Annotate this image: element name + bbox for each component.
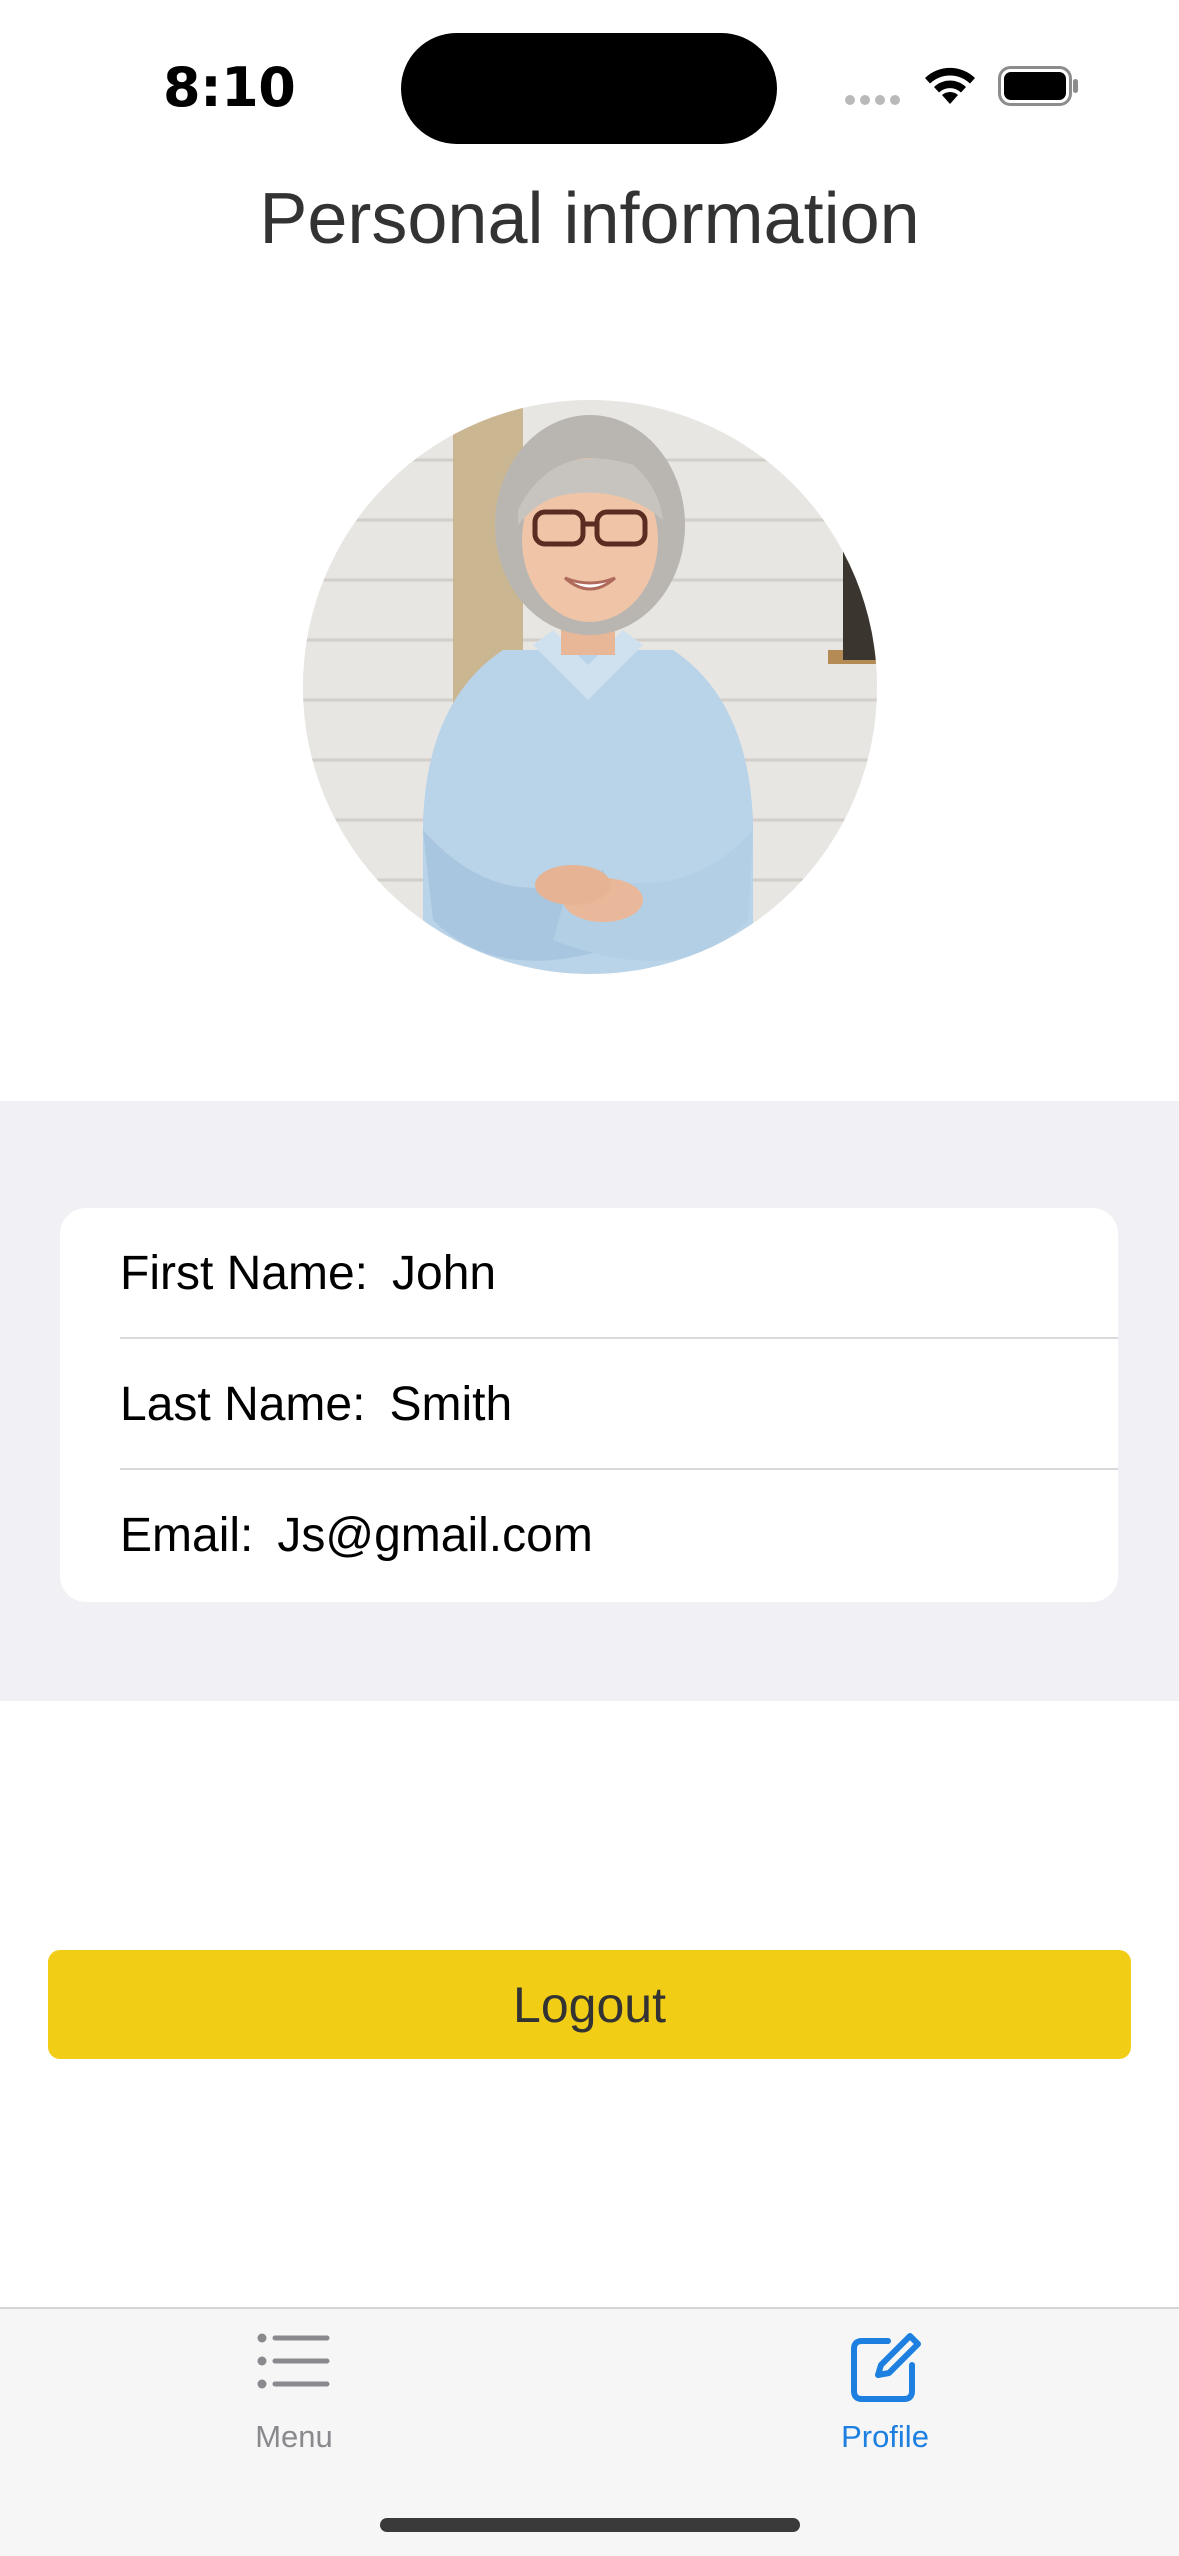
tab-profile[interactable]: Profile: [735, 2309, 1035, 2499]
first-name-row: First Name: John: [120, 1208, 1118, 1339]
battery-icon: [998, 66, 1080, 111]
last-name-value: Smith: [389, 1378, 513, 1431]
logout-button[interactable]: Logout: [48, 1950, 1131, 2059]
profile-screen: 8:10 Personal information First Name: Jo…: [0, 0, 1179, 2556]
tab-menu[interactable]: Menu: [144, 2309, 444, 2499]
status-time: 8:10: [163, 56, 296, 119]
email-value: Js@gmail.com: [277, 1509, 593, 1562]
last-name-label: Last Name:: [120, 1378, 366, 1431]
home-indicator[interactable]: [380, 2518, 800, 2532]
list-icon: [257, 2331, 331, 2396]
tab-bar: Menu Profile: [0, 2307, 1179, 2556]
personal-info-card: First Name: John Last Name: Smith Email:…: [60, 1208, 1118, 1602]
page-title: Personal information: [259, 179, 920, 259]
wifi-icon: [922, 64, 978, 111]
last-name-row: Last Name: Smith: [120, 1339, 1118, 1470]
edit-icon: [848, 2331, 922, 2410]
profile-avatar: [303, 400, 877, 974]
email-row: Email: Js@gmail.com: [120, 1470, 1118, 1601]
email-label: Email:: [120, 1509, 254, 1562]
tab-profile-label: Profile: [841, 2419, 929, 2454]
cellular-signal-icon: [845, 95, 900, 105]
tab-menu-label: Menu: [255, 2419, 333, 2454]
first-name-value: John: [392, 1247, 497, 1300]
personal-info-section: First Name: John Last Name: Smith Email:…: [0, 1101, 1179, 1701]
first-name-label: First Name:: [120, 1247, 369, 1300]
dynamic-island: [401, 33, 777, 144]
